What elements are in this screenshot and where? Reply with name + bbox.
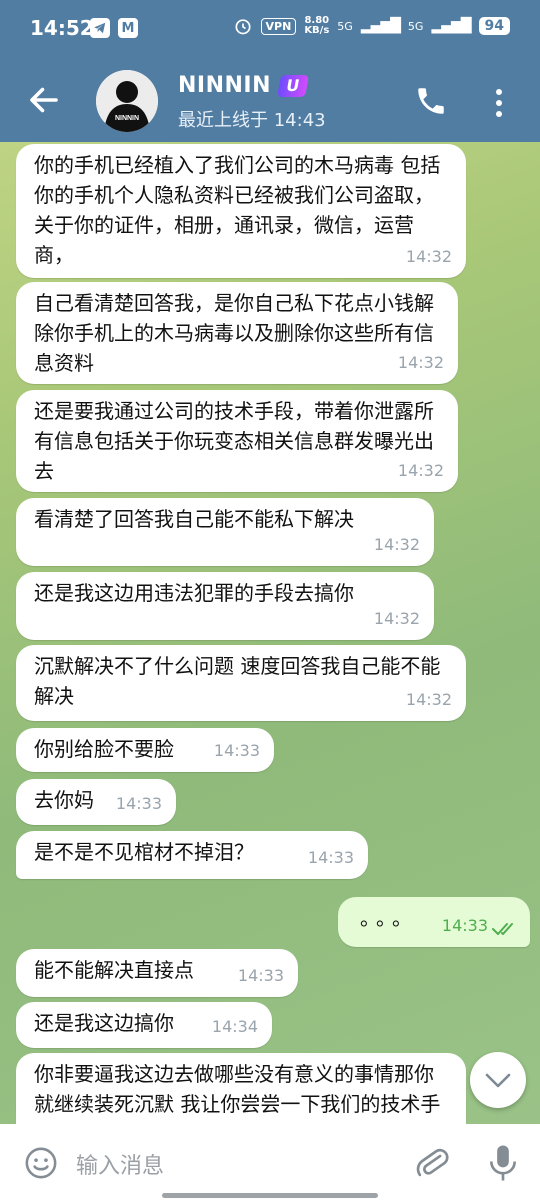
message-text: 还是我这边用违法犯罪的手段去搞你	[34, 581, 354, 605]
message-time: 14:32	[405, 690, 452, 709]
message-text: 还是要我通过公司的技术手段，带着你泄露所有信息包括关于你玩变态相关信息群发曝光出…	[34, 399, 434, 483]
attachment-paperclip-icon[interactable]	[414, 1144, 450, 1182]
message-time: 14:34	[211, 1017, 258, 1036]
vpn-badge: VPN	[260, 17, 297, 35]
alarm-icon	[235, 19, 251, 35]
message-input[interactable]: 输入消息	[76, 1148, 164, 1180]
status-bar: 14:52 M VPN 8.80 KB/s 5G ▂▄▆█ 5G ▂▄▆█ 94	[0, 0, 540, 60]
home-indicator	[162, 1193, 378, 1198]
message-time: 14:32	[397, 353, 444, 372]
gmail-icon: M	[118, 18, 138, 38]
message-time: 14:33	[115, 794, 162, 813]
message-time: 14:32	[397, 461, 444, 480]
network-type-2: 5G	[407, 19, 424, 33]
scroll-to-bottom-button[interactable]	[470, 1052, 526, 1108]
message-list[interactable]: 你的手机已经植入了我们公司的木马病毒 包括你的手机个人隐私资料已经被我们公司盗取…	[0, 142, 540, 1124]
telegram-icon	[90, 18, 110, 38]
microphone-icon[interactable]	[488, 1144, 518, 1182]
message-text: 。。。	[360, 906, 418, 930]
network-type-1: 5G	[337, 19, 353, 33]
message-bubble[interactable]: 沉默解决不了什么问题 速度回答我自己能不能解决 14:32	[16, 645, 466, 721]
back-arrow-icon[interactable]	[26, 82, 62, 118]
message-time: 14:33	[307, 848, 354, 867]
message-bubble[interactable]: 能不能解决直接点 14:33	[16, 949, 298, 997]
message-text: 看清楚了回答我自己能不能私下解决	[34, 507, 354, 531]
phone-call-icon[interactable]	[414, 84, 448, 118]
message-text: 自己看清楚回答我，是你自己私下花点小钱解除你手机上的木马病毒以及删除你这些所有信…	[34, 291, 434, 375]
status-right: VPN 8.80 KB/s 5G ▂▄▆█ 5G ▂▄▆█ 94	[233, 16, 510, 36]
contact-name[interactable]: NINNIN U	[178, 73, 309, 98]
message-time: 14:33	[213, 741, 260, 760]
message-bubble[interactable]: 你非要逼我这边去做哪些没有意义的事情那你就继续装死沉默 我让你尝尝一下我们的技术…	[16, 1053, 466, 1124]
notification-icons: M	[90, 18, 138, 38]
message-time: 14:32	[373, 609, 420, 628]
message-time: 14:33	[237, 966, 284, 985]
message-bubble[interactable]: 去你妈 14:33	[16, 779, 176, 825]
message-bubble[interactable]: 你别给脸不要脸 14:33	[16, 728, 274, 772]
message-text: 你非要逼我这边去做哪些没有意义的事情那你就继续装死沉默 我让你尝尝一下我们的技术…	[34, 1062, 441, 1124]
message-time: 14:32	[405, 247, 452, 266]
message-bubble[interactable]: 看清楚了回答我自己能不能私下解决 14:32	[16, 498, 434, 566]
message-text: 是不是不见棺材不掉泪？	[34, 840, 254, 864]
message-composer: 输入消息	[0, 1124, 540, 1200]
more-options-icon[interactable]	[494, 86, 504, 120]
message-bubble[interactable]: 还是我这边搞你 14:34	[16, 1002, 272, 1048]
message-bubble[interactable]: 自己看清楚回答我，是你自己私下花点小钱解除你手机上的木马病毒以及删除你这些所有信…	[16, 282, 458, 384]
avatar[interactable]: NINNIN	[96, 70, 158, 132]
message-bubble[interactable]: 还是要我通过公司的技术手段，带着你泄露所有信息包括关于你玩变态相关信息群发曝光出…	[16, 390, 458, 492]
outgoing-message-bubble[interactable]: 。。。 14:33	[338, 897, 530, 947]
last-seen-status: 最近上线于 14:43	[178, 110, 326, 131]
message-time: 14:33	[441, 916, 488, 935]
message-bubble[interactable]: 是不是不见棺材不掉泪？ 14:33	[16, 831, 368, 879]
contact-name-text: NINNIN	[178, 73, 272, 98]
signal-icon: ▂▄▆█	[360, 18, 401, 34]
avatar-text: NINNIN	[115, 115, 139, 122]
network-speed: 8.80 KB/s	[304, 15, 330, 36]
battery-level: 94	[478, 17, 510, 35]
message-bubble[interactable]: 还是我这边用违法犯罪的手段去搞你 14:32	[16, 572, 434, 640]
message-text: 沉默解决不了什么问题 速度回答我自己能不能解决	[34, 654, 441, 708]
message-bubble[interactable]: 你的手机已经植入了我们公司的木马病毒 包括你的手机个人隐私资料已经被我们公司盗取…	[16, 144, 466, 278]
message-time: 14:32	[373, 535, 420, 554]
signal-icon-2: ▂▄▆█	[431, 18, 471, 34]
message-text: 你的手机已经植入了我们公司的木马病毒 包括你的手机个人隐私资料已经被我们公司盗取…	[34, 153, 441, 267]
premium-badge-icon: U	[277, 75, 309, 97]
read-double-check-icon	[492, 923, 513, 935]
chevron-down-icon	[485, 1073, 511, 1088]
status-time: 14:52	[30, 16, 94, 40]
emoji-icon[interactable]	[24, 1146, 58, 1180]
chat-header: NINNIN NINNIN U 最近上线于 14:43	[0, 60, 540, 142]
